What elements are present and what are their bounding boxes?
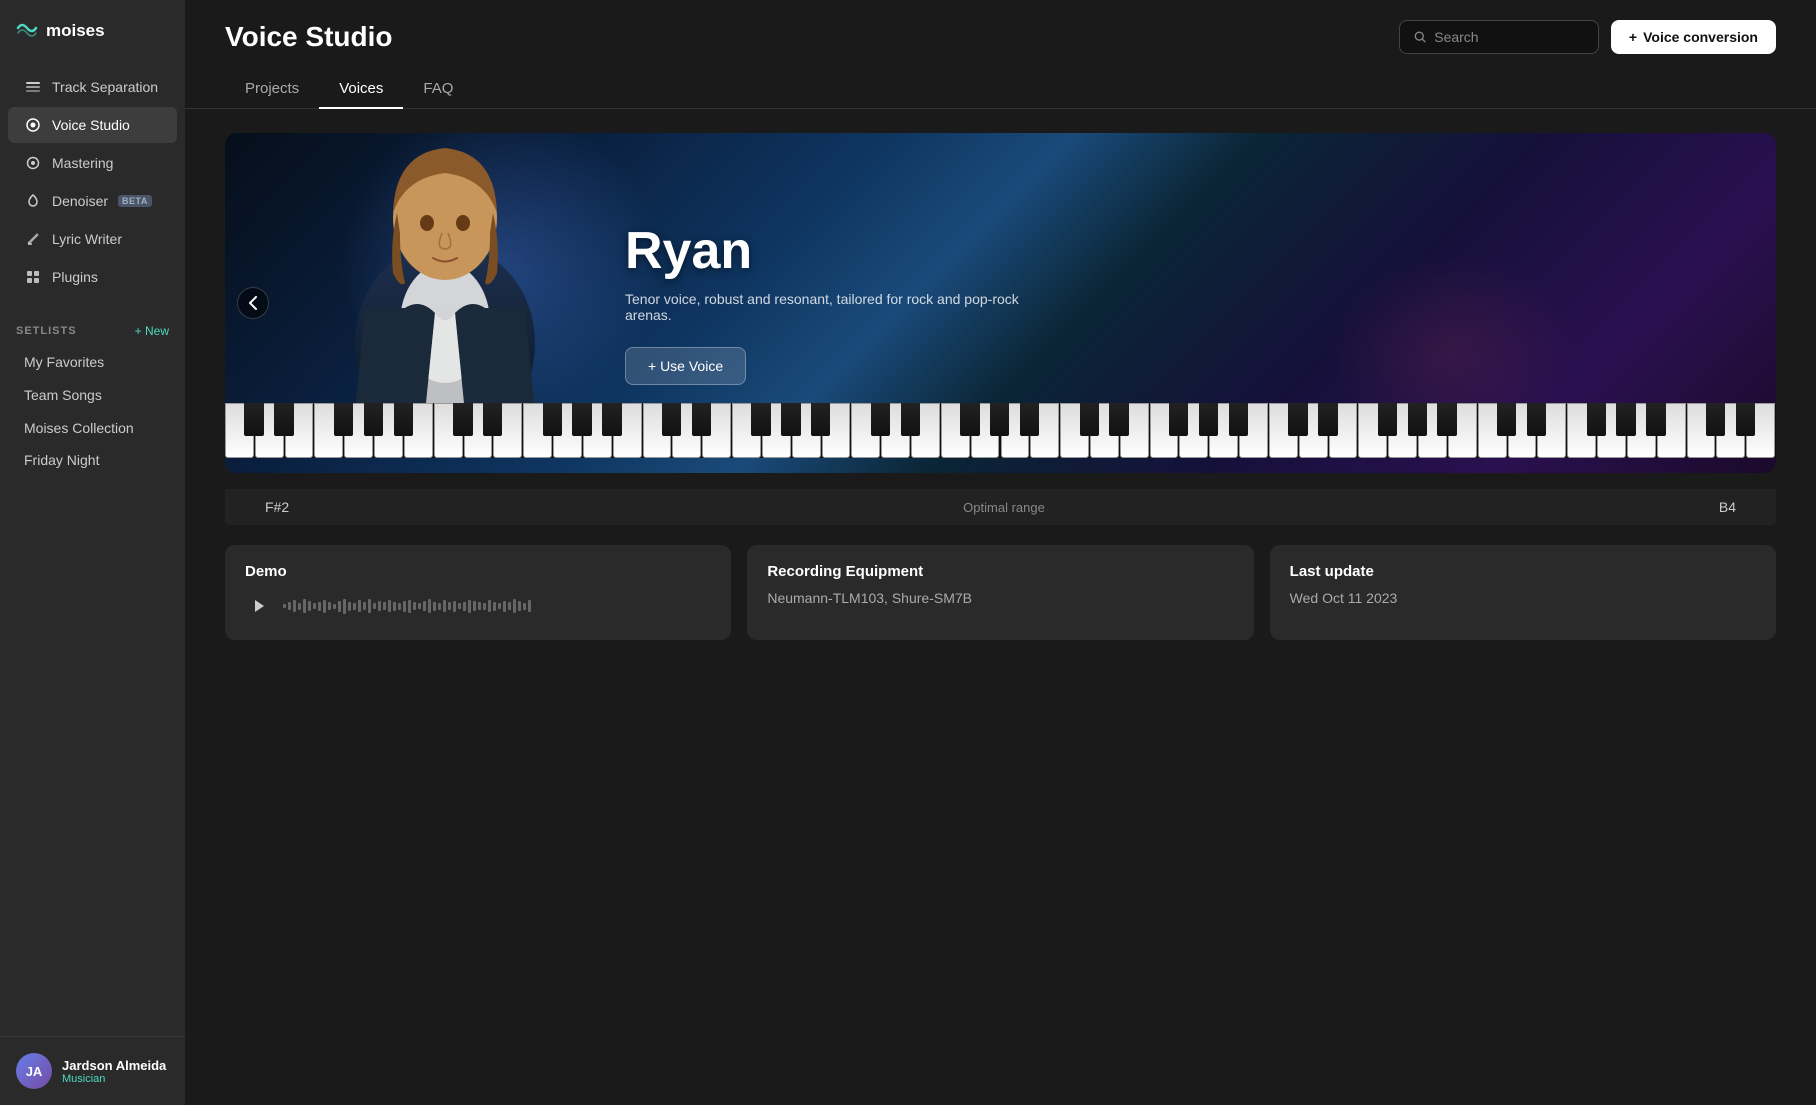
sidebar-item-label: Voice Studio <box>52 117 130 133</box>
voice-conversion-label: Voice conversion <box>1643 29 1758 45</box>
use-voice-button[interactable]: + Use Voice <box>625 347 746 385</box>
waveform <box>245 590 711 622</box>
recording-equipment-card: Recording Equipment Neumann-TLM103, Shur… <box>747 545 1253 640</box>
setlist-label: Moises Collection <box>24 420 134 436</box>
logo[interactable]: moises <box>0 0 185 64</box>
sidebar-navigation: Track Separation Voice Studio Mastering <box>0 64 185 300</box>
sidebar-item-denoiser[interactable]: Denoiser BETA <box>8 183 177 219</box>
setlists-title: SETLISTS <box>16 325 77 337</box>
voice-hero-card: Ryan Tenor voice, robust and resonant, t… <box>225 133 1776 473</box>
voice-conversion-button[interactable]: + Voice conversion <box>1611 20 1776 54</box>
track-separation-icon <box>24 78 42 96</box>
mastering-icon <box>24 154 42 172</box>
denoiser-icon <box>24 192 42 210</box>
plus-icon: + <box>1629 29 1637 45</box>
sidebar-item-lyric-writer[interactable]: Lyric Writer <box>8 221 177 257</box>
plugins-icon <box>24 268 42 286</box>
user-name: Jardson Almeida <box>62 1058 166 1073</box>
setlist-label: My Favorites <box>24 354 104 370</box>
sidebar-item-label: Plugins <box>52 269 98 285</box>
range-start: F#2 <box>265 499 289 515</box>
waveform-bars <box>283 590 711 622</box>
optimal-range-label: Optimal range <box>963 500 1045 515</box>
sidebar-item-mastering[interactable]: Mastering <box>8 145 177 181</box>
last-update-title: Last update <box>1290 563 1756 580</box>
logo-icon <box>16 18 38 44</box>
search-box[interactable] <box>1399 20 1599 54</box>
person-svg <box>305 133 585 413</box>
top-bar: Voice Studio + Voice conversion <box>185 0 1816 54</box>
setlists-header: SETLISTS + New <box>0 308 185 346</box>
last-update-date: Wed Oct 11 2023 <box>1290 590 1756 606</box>
content-area: Ryan Tenor voice, robust and resonant, t… <box>185 109 1816 664</box>
new-setlist-button[interactable]: + New <box>135 324 169 338</box>
piano-keys-container <box>225 403 1776 473</box>
main-content: Voice Studio + Voice conversion Projects… <box>185 0 1816 1105</box>
sidebar-item-plugins[interactable]: Plugins <box>8 259 177 295</box>
use-voice-label: + Use Voice <box>648 358 723 374</box>
avatar: JA <box>16 1053 52 1089</box>
user-profile[interactable]: JA Jardson Almeida Musician <box>0 1036 185 1105</box>
user-role: Musician <box>62 1073 166 1085</box>
beta-badge: BETA <box>118 195 152 207</box>
voice-description: Tenor voice, robust and resonant, tailor… <box>625 291 1025 323</box>
sidebar-item-track-separation[interactable]: Track Separation <box>8 69 177 105</box>
prev-voice-button[interactable] <box>237 287 269 319</box>
range-end: B4 <box>1719 499 1736 515</box>
setlist-item-moises-collection[interactable]: Moises Collection <box>8 412 177 443</box>
last-update-card: Last update Wed Oct 11 2023 <box>1270 545 1776 640</box>
setlist-label: Friday Night <box>24 452 99 468</box>
page-title: Voice Studio <box>225 21 393 53</box>
voice-studio-icon <box>24 116 42 134</box>
sidebar-item-label: Track Separation <box>52 79 158 95</box>
lyric-writer-icon <box>24 230 42 248</box>
sidebar-item-voice-studio[interactable]: Voice Studio <box>8 107 177 143</box>
sidebar-item-label: Denoiser <box>52 193 108 209</box>
voice-name: Ryan <box>625 221 1025 281</box>
setlist-item-team-songs[interactable]: Team Songs <box>8 379 177 410</box>
piano-keys <box>225 403 1776 458</box>
sidebar-item-label: Mastering <box>52 155 113 171</box>
setlist-label: Team Songs <box>24 387 102 403</box>
chevron-left-icon <box>248 296 258 310</box>
play-button[interactable] <box>245 592 273 620</box>
range-bar: F#2 Optimal range B4 <box>225 489 1776 525</box>
search-icon <box>1414 30 1426 44</box>
setlist-item-my-favorites[interactable]: My Favorites <box>8 347 177 377</box>
tab-projects[interactable]: Projects <box>225 70 319 109</box>
voice-info: Ryan Tenor voice, robust and resonant, t… <box>605 201 1045 405</box>
voice-illustration <box>305 133 585 413</box>
tab-faq[interactable]: FAQ <box>403 70 473 109</box>
tabs: Projects Voices FAQ <box>185 54 1816 109</box>
sidebar-item-label: Lyric Writer <box>52 231 122 247</box>
sidebar: moises Track Separation Voice Studio <box>0 0 185 1105</box>
tab-voices[interactable]: Voices <box>319 70 403 109</box>
top-bar-actions: + Voice conversion <box>1399 20 1776 54</box>
setlist-item-friday-night[interactable]: Friday Night <box>8 445 177 475</box>
search-input[interactable] <box>1434 29 1584 45</box>
bottom-cards: Demo Recording Equipment Neumann-TLM103,… <box>225 545 1776 640</box>
logo-text: moises <box>46 21 105 41</box>
play-icon <box>253 599 265 613</box>
recording-card-title: Recording Equipment <box>767 563 1233 580</box>
recording-equipment: Neumann-TLM103, Shure-SM7B <box>767 590 1233 606</box>
demo-card-title: Demo <box>245 563 711 580</box>
demo-card: Demo <box>225 545 731 640</box>
user-info: Jardson Almeida Musician <box>62 1058 166 1085</box>
